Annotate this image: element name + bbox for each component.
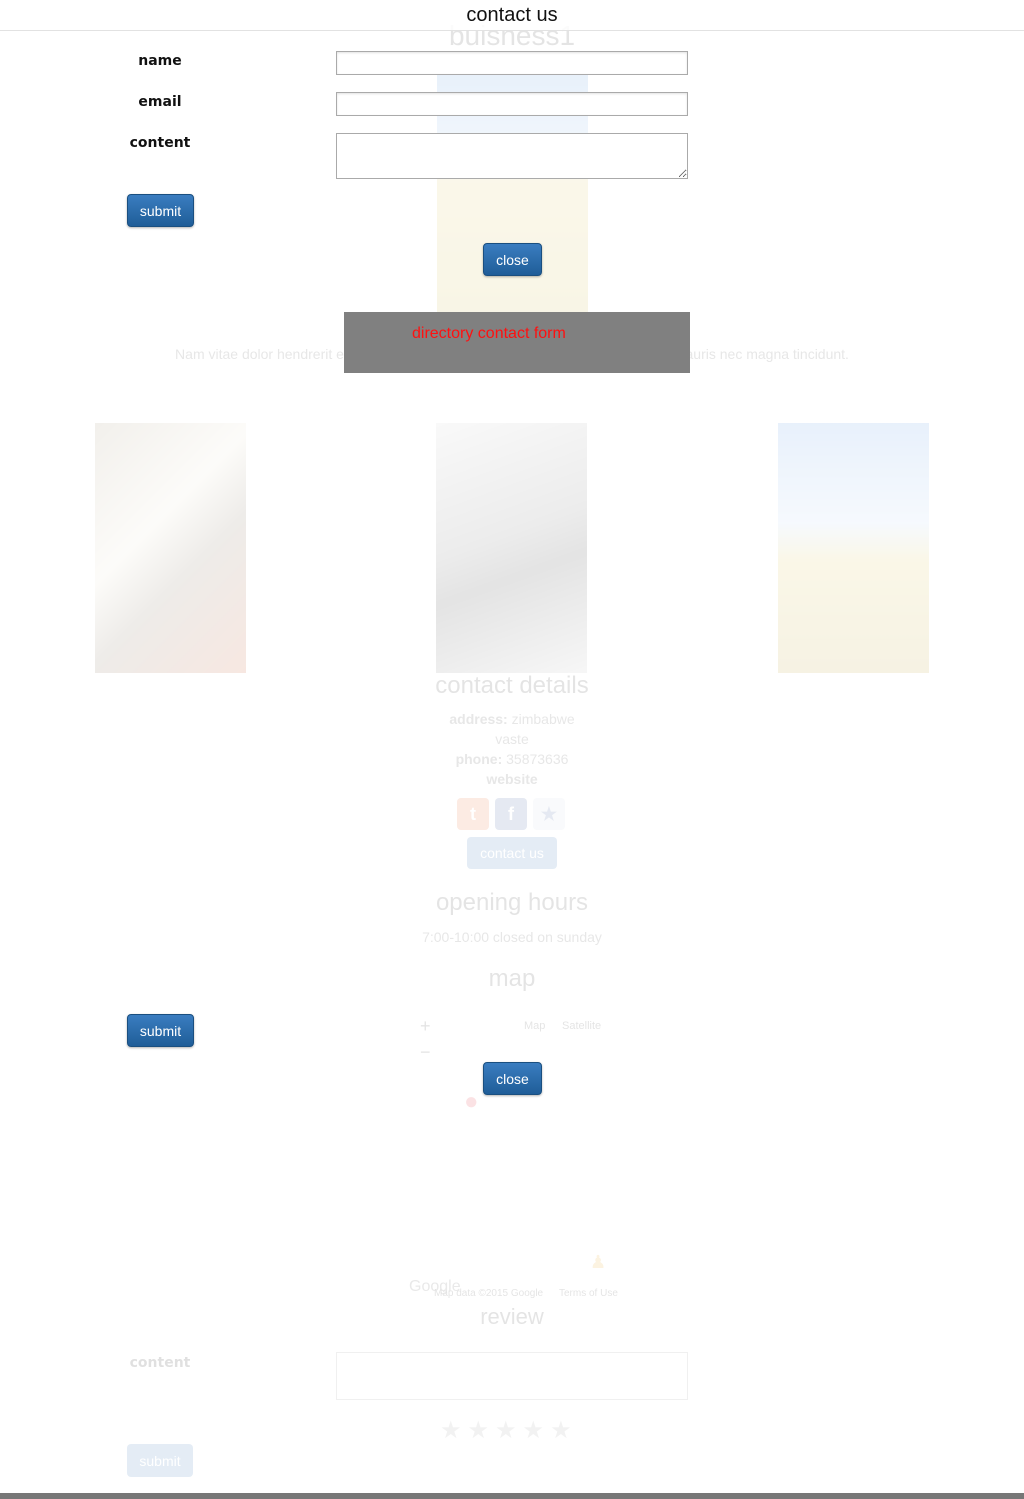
review-content-field[interactable] (336, 1352, 688, 1400)
map-attribution: Map data ©2015 Google (434, 1288, 544, 1299)
opening-hours-text: 7:00-10:00 closed on sunday (422, 929, 602, 945)
phone-label: phone: (455, 751, 503, 767)
street-view-pegman-icon[interactable]: ♟ (590, 1252, 606, 1273)
gallery-image-3[interactable] (778, 423, 929, 673)
gallery-image-1[interactable] (95, 423, 246, 673)
map-heading: map (488, 965, 536, 992)
review-heading: review (480, 1304, 544, 1329)
close-button[interactable]: close (483, 243, 542, 276)
email-input[interactable] (336, 92, 688, 116)
review-content-label: content (129, 1355, 191, 1371)
map-zoom-out-button[interactable]: − (420, 1042, 431, 1063)
name-label: name (138, 53, 182, 69)
address-row: address: zimbabwe (0, 711, 1024, 727)
secondary-submit-button[interactable]: submit (127, 1014, 194, 1047)
contact-details-heading: contact details (435, 672, 589, 699)
phone-value: 35873636 (506, 751, 569, 767)
content-label: content (129, 135, 191, 151)
address-value: zimbabwe (511, 711, 575, 727)
opening-hours-heading: opening hours (435, 889, 589, 916)
toast-message: directory contact form (412, 325, 566, 342)
twitter-icon[interactable]: t (457, 798, 489, 830)
content-textarea[interactable] (336, 133, 688, 179)
modal-title: contact us (466, 4, 558, 26)
review-rating-stars[interactable]: ★★★★★ (440, 1416, 578, 1445)
address-label: address: (449, 711, 508, 727)
phone-row: phone: 35873636 (0, 751, 1024, 767)
star-icon[interactable]: ★ (533, 798, 565, 830)
email-label: email (138, 94, 182, 110)
map-type-satellite-button[interactable]: Satellite (562, 1020, 601, 1032)
facebook-icon[interactable]: f (495, 798, 527, 830)
status-toast: directory contact form (344, 312, 690, 373)
name-input[interactable] (336, 51, 688, 75)
submit-button[interactable]: submit (127, 194, 194, 227)
map-terms-link[interactable]: Terms of Use (559, 1288, 618, 1299)
map-marker-icon[interactable]: ● (464, 1088, 484, 1116)
gallery-image-2[interactable] (436, 423, 587, 673)
website-row[interactable]: website (0, 771, 1024, 787)
map-type-map-button[interactable]: Map (524, 1020, 545, 1032)
address-line2: vaste (495, 731, 529, 747)
contact-us-button[interactable]: contact us (467, 837, 557, 869)
review-submit-button[interactable]: submit (127, 1444, 193, 1477)
secondary-close-button[interactable]: close (483, 1062, 542, 1095)
modal-header: contact us (0, 0, 1024, 31)
page-bottom-bar (0, 1493, 1024, 1499)
website-label[interactable]: website (486, 771, 537, 787)
map-zoom-in-button[interactable]: + (420, 1016, 431, 1037)
